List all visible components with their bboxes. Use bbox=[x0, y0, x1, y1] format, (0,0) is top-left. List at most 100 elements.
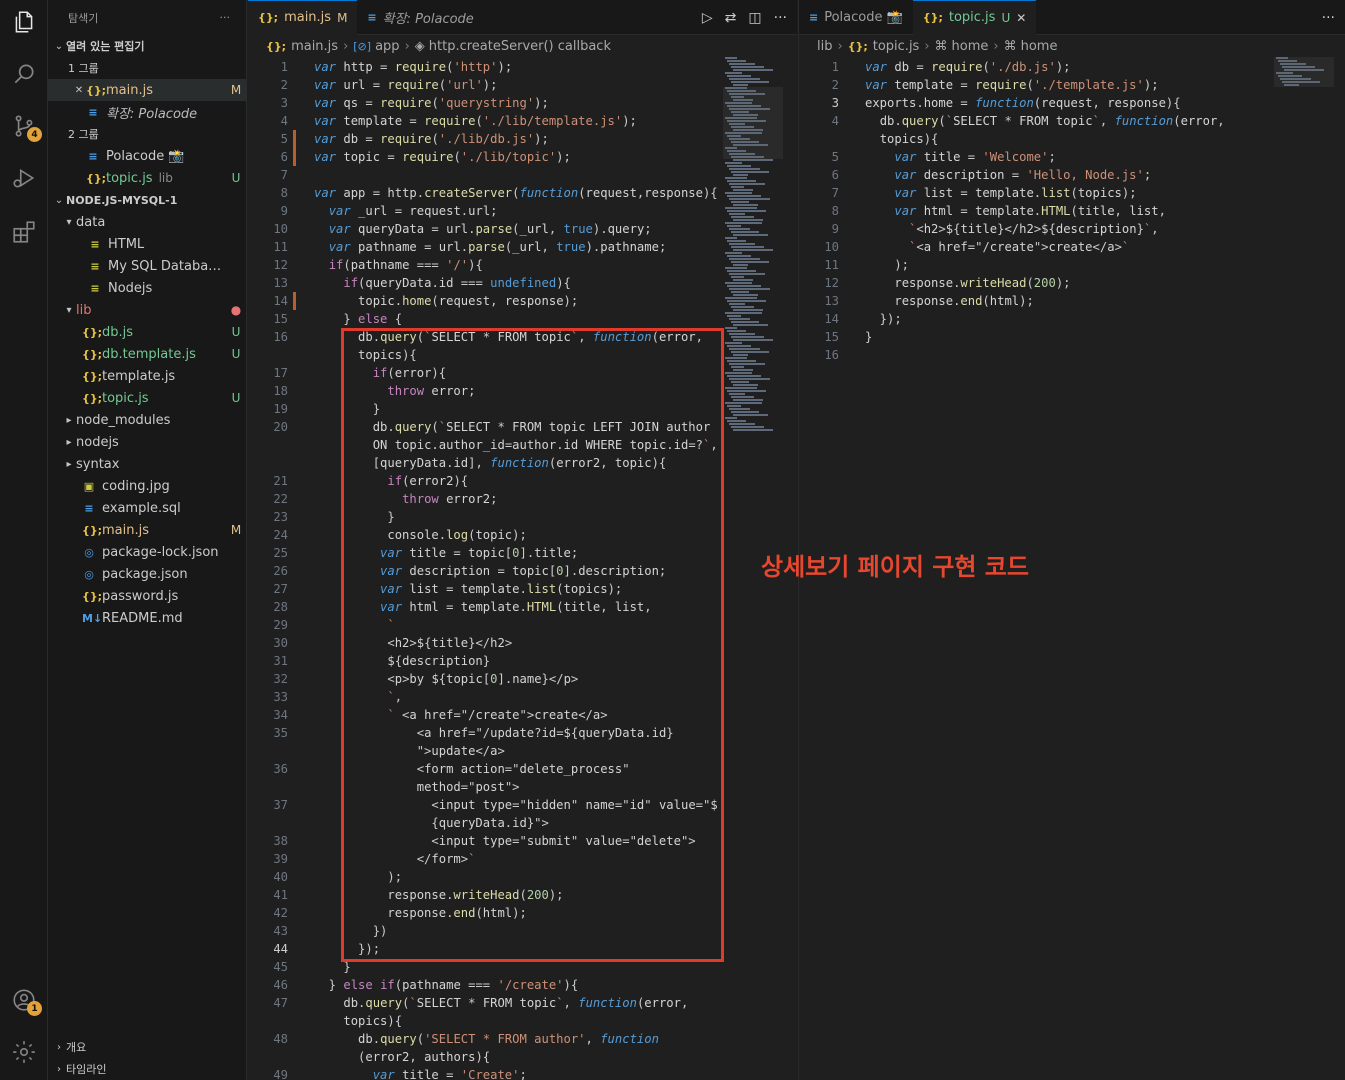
tab-main-js[interactable]: {}; main.js M bbox=[248, 0, 358, 35]
tree-item-db-js[interactable]: {}; db.js U bbox=[48, 321, 247, 343]
run-debug-icon[interactable] bbox=[10, 164, 38, 192]
open-editor-polacode[interactable]: ≡ Polacode 📸 bbox=[48, 145, 247, 167]
minimap-line bbox=[731, 216, 754, 218]
code-line[interactable]: 5 var title = 'Welcome'; bbox=[799, 148, 1345, 166]
breadcrumb-symbol[interactable]: app bbox=[375, 39, 399, 54]
open-editor-polacode-extension[interactable]: ≡ 확장: Polacode bbox=[48, 101, 247, 123]
tree-item-example-sql[interactable]: ≡ example.sql bbox=[48, 497, 247, 519]
code-line[interactable]: 48 db.query('SELECT * FROM author', func… bbox=[248, 1030, 797, 1048]
tree-item-html[interactable]: ≡ HTML bbox=[48, 233, 247, 255]
code-line[interactable]: 4 var template = require('./lib/template.… bbox=[248, 112, 797, 130]
code-line[interactable]: 7 bbox=[248, 166, 797, 184]
breadcrumb-symbol[interactable]: home bbox=[952, 39, 989, 54]
code-line[interactable]: 6 var description = 'Hello, Node.js'; bbox=[799, 166, 1345, 184]
tab-topic-js[interactable]: {}; topic.js U ✕ bbox=[912, 0, 1037, 35]
minimap[interactable] bbox=[1274, 57, 1334, 497]
timeline-section[interactable]: › 타임라인 bbox=[48, 1058, 247, 1080]
explorer-more-button[interactable]: ··· bbox=[220, 11, 231, 24]
tree-item-lib[interactable]: ▾ lib ● bbox=[48, 299, 247, 321]
group-1-header[interactable]: 1 그룹 bbox=[48, 57, 247, 79]
code-line[interactable]: 9 `<h2>${title}</h2>${description}`, bbox=[799, 220, 1345, 238]
tree-item-template-js[interactable]: {}; template.js bbox=[48, 365, 247, 387]
breadcrumb-symbol[interactable]: home bbox=[1021, 39, 1058, 54]
code-line[interactable]: 10 var queryData = url.parse(_url, true)… bbox=[248, 220, 797, 238]
code-line[interactable]: 14 topic.home(request, response); bbox=[248, 292, 797, 310]
open-editors-section[interactable]: ⌄ 열려 있는 편집기 bbox=[48, 35, 247, 57]
code-line[interactable]: 49 var title = 'Create'; bbox=[248, 1066, 797, 1080]
tree-item-package-lock-json[interactable]: ◎ package-lock.json bbox=[48, 541, 247, 563]
more-actions-icon[interactable]: ··· bbox=[774, 10, 787, 26]
code-line[interactable]: 15 } else { bbox=[248, 310, 797, 328]
code-line[interactable]: 6 var topic = require('./lib/topic'); bbox=[248, 148, 797, 166]
project-section[interactable]: ⌄ NODE.JS-MYSQL-1 bbox=[48, 189, 247, 211]
settings-gear-icon[interactable] bbox=[10, 1038, 38, 1066]
run-icon[interactable]: ▷ bbox=[702, 10, 713, 26]
code-line[interactable]: 1 var db = require('./db.js'); bbox=[799, 58, 1345, 76]
extensions-icon[interactable] bbox=[10, 218, 38, 246]
breadcrumb-file[interactable]: topic.js bbox=[873, 39, 920, 54]
search-icon[interactable] bbox=[10, 60, 38, 88]
code-line[interactable]: topics){ bbox=[799, 130, 1345, 148]
code-line[interactable]: 12 response.writeHead(200); bbox=[799, 274, 1345, 292]
tab-polacode-extension[interactable]: ≡ 확장: Polacode bbox=[357, 0, 483, 35]
accounts-icon[interactable]: 1 bbox=[10, 986, 42, 1016]
code-line[interactable]: 2 var url = require('url'); bbox=[248, 76, 797, 94]
outline-section[interactable]: › 개요 bbox=[48, 1036, 247, 1058]
line-number: 15 bbox=[824, 330, 839, 344]
group-2-header[interactable]: 2 그룹 bbox=[48, 123, 247, 145]
code-line[interactable]: 4 db.query(`SELECT * FROM topic`, functi… bbox=[799, 112, 1345, 130]
tree-item-db-template-js[interactable]: {}; db.template.js U bbox=[48, 343, 247, 365]
tree-item-data[interactable]: ▾ data bbox=[48, 211, 247, 233]
close-tab-icon[interactable]: ✕ bbox=[1016, 11, 1026, 25]
minimap-viewport[interactable] bbox=[1274, 57, 1334, 87]
tree-item-syntax[interactable]: ▸ syntax bbox=[48, 453, 247, 475]
tree-item-topic-js[interactable]: {}; topic.js U bbox=[48, 387, 247, 409]
tree-item-node-modules[interactable]: ▸ node_modules bbox=[48, 409, 247, 431]
more-actions-icon[interactable]: ··· bbox=[1322, 10, 1335, 26]
code-line[interactable]: 5 var db = require('./lib/db.js'); bbox=[248, 130, 797, 148]
tree-item-nodejs[interactable]: ▸ nodejs bbox=[48, 431, 247, 453]
code-line[interactable]: 16 bbox=[799, 346, 1345, 364]
tree-item-my-sql-databasse[interactable]: ≡ My SQL Databasse bbox=[48, 255, 247, 277]
source-control-icon[interactable]: 4 bbox=[10, 112, 42, 142]
minimap-viewport[interactable] bbox=[723, 87, 783, 159]
tree-item-password-js[interactable]: {}; password.js bbox=[48, 585, 247, 607]
code-line[interactable]: 9 var _url = request.url; bbox=[248, 202, 797, 220]
code-line[interactable]: 13 if(queryData.id === undefined){ bbox=[248, 274, 797, 292]
code-line[interactable]: 13 response.end(html); bbox=[799, 292, 1345, 310]
code-line[interactable]: (error2, authors){ bbox=[248, 1048, 797, 1066]
open-editor-topic-js[interactable]: {}; topic.js lib U bbox=[48, 167, 247, 189]
code-line[interactable]: 11 ); bbox=[799, 256, 1345, 274]
tree-item-readme-md[interactable]: M↓ README.md bbox=[48, 607, 247, 629]
code-line[interactable]: 47 db.query(`SELECT * FROM topic`, funct… bbox=[248, 994, 797, 1012]
breadcrumb-folder[interactable]: lib bbox=[817, 39, 832, 54]
tree-item-package-json[interactable]: ◎ package.json bbox=[48, 563, 247, 585]
code-line[interactable]: 15} bbox=[799, 328, 1345, 346]
code-line[interactable]: 2 var template = require('./template.js')… bbox=[799, 76, 1345, 94]
close-icon[interactable]: ✕ bbox=[72, 85, 86, 96]
minimap[interactable] bbox=[723, 57, 783, 497]
code-line[interactable]: 11 var pathname = url.parse(_url, true).… bbox=[248, 238, 797, 256]
code-line[interactable]: 12 if(pathname === '/'){ bbox=[248, 256, 797, 274]
code-line[interactable]: 7 var list = template.list(topics); bbox=[799, 184, 1345, 202]
minimap-line bbox=[729, 183, 765, 185]
code-line[interactable]: 46 } else if(pathname === '/create'){ bbox=[248, 976, 797, 994]
code-line[interactable]: topics){ bbox=[248, 1012, 797, 1030]
breadcrumb-callback[interactable]: http.createServer() callback bbox=[429, 39, 611, 54]
compare-changes-icon[interactable]: ⇄ bbox=[725, 10, 737, 26]
code-line[interactable]: 10 `<a href="/create">create</a>` bbox=[799, 238, 1345, 256]
code-line[interactable]: 3 exports.home = function(request, respon… bbox=[799, 94, 1345, 112]
code-line[interactable]: 1 var http = require('http'); bbox=[248, 58, 797, 76]
breadcrumb-file[interactable]: main.js bbox=[291, 39, 338, 54]
code-line[interactable]: 8 var html = template.HTML(title, list, bbox=[799, 202, 1345, 220]
code-line[interactable]: 14 }); bbox=[799, 310, 1345, 328]
code-line[interactable]: 3 var qs = require('querystring'); bbox=[248, 94, 797, 112]
explorer-icon[interactable] bbox=[10, 8, 38, 36]
tree-item-coding-jpg[interactable]: ▣ coding.jpg bbox=[48, 475, 247, 497]
tree-item-nodejs[interactable]: ≡ Nodejs bbox=[48, 277, 247, 299]
split-editor-icon[interactable]: ◫ bbox=[748, 10, 761, 26]
tab-polacode[interactable]: ≡ Polacode 📸 bbox=[799, 0, 913, 35]
code-line[interactable]: 8 var app = http.createServer(function(re… bbox=[248, 184, 797, 202]
tree-item-main-js[interactable]: {}; main.js M bbox=[48, 519, 247, 541]
open-editor-main-js[interactable]: ✕ {}; main.js M bbox=[48, 79, 247, 101]
